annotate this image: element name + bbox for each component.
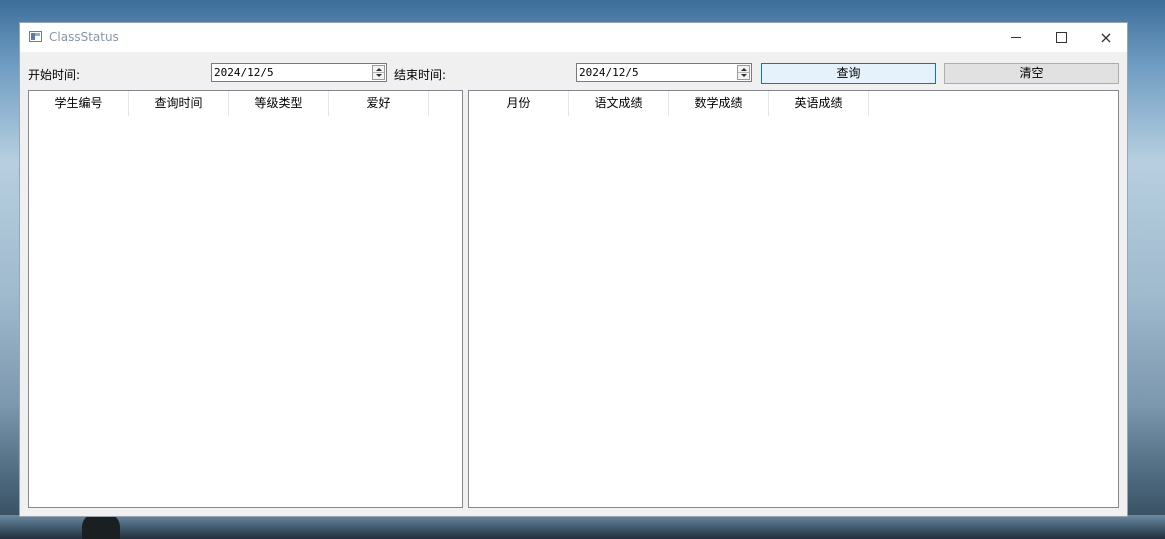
desktop-background xyxy=(0,515,1165,539)
maximize-icon xyxy=(1055,32,1067,43)
column-header-english-score[interactable]: 英语成绩 xyxy=(769,91,869,116)
student-table-header: 学生编号 查询时间 等级类型 爱好 xyxy=(29,91,429,116)
spin-down-icon[interactable] xyxy=(741,74,747,77)
minimize-icon xyxy=(1011,37,1021,38)
column-header-level-type[interactable]: 等级类型 xyxy=(229,91,329,116)
column-header-math-score[interactable]: 数学成绩 xyxy=(669,91,769,116)
start-time-label: 开始时间: xyxy=(28,68,81,82)
end-time-label: 结束时间: xyxy=(394,68,447,82)
close-button[interactable]: × xyxy=(1083,23,1129,52)
spin-up-icon[interactable] xyxy=(741,68,747,71)
student-table[interactable]: 学生编号 查询时间 等级类型 爱好 xyxy=(28,90,463,508)
app-icon xyxy=(29,31,42,42)
clear-button[interactable]: 清空 xyxy=(944,63,1119,84)
score-table-header: 月份 语文成绩 数学成绩 英语成绩 xyxy=(469,91,869,116)
end-date-spinner[interactable] xyxy=(737,65,750,80)
maximize-button[interactable] xyxy=(1038,23,1084,52)
start-date-input[interactable]: 2024/12/5 xyxy=(211,63,387,82)
column-header-chinese-score[interactable]: 语文成绩 xyxy=(569,91,669,116)
end-date-value: 2024/12/5 xyxy=(579,66,639,79)
title-bar[interactable]: ClassStatus × xyxy=(20,23,1127,52)
column-header-student-id[interactable]: 学生编号 xyxy=(29,91,129,116)
score-table[interactable]: 月份 语文成绩 数学成绩 英语成绩 xyxy=(468,90,1119,508)
query-button[interactable]: 查询 xyxy=(761,63,936,84)
spin-up-icon[interactable] xyxy=(376,68,382,71)
app-window: ClassStatus × 开始时间: 2024/12/5 结束时间: 2024… xyxy=(19,22,1128,517)
end-date-input[interactable]: 2024/12/5 xyxy=(576,63,752,82)
column-header-query-time[interactable]: 查询时间 xyxy=(129,91,229,116)
start-date-spinner[interactable] xyxy=(372,65,385,80)
window-title: ClassStatus xyxy=(49,30,119,44)
spin-down-icon[interactable] xyxy=(376,74,382,77)
minimize-button[interactable] xyxy=(993,23,1039,52)
column-header-hobby[interactable]: 爱好 xyxy=(329,91,429,116)
close-icon: × xyxy=(1099,27,1113,47)
start-date-value: 2024/12/5 xyxy=(214,66,274,79)
column-header-month[interactable]: 月份 xyxy=(469,91,569,116)
